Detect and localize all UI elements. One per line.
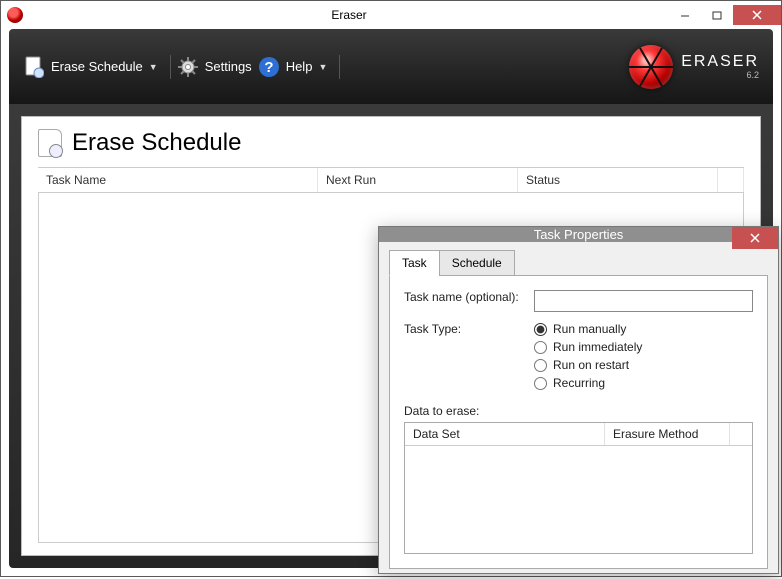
close-icon <box>750 233 760 243</box>
task-type-options: Run manually Run immediately Run on rest… <box>534 322 753 394</box>
separator <box>170 55 171 79</box>
brand-logo-icon <box>629 45 673 89</box>
chevron-down-icon: ▼ <box>318 62 327 72</box>
brand-version: 6.2 <box>681 70 759 80</box>
col-erasure-method[interactable]: Erasure Method <box>605 423 730 445</box>
brand-name: ERASER <box>681 54 759 70</box>
help-button[interactable]: ? Help ▼ <box>258 56 328 78</box>
maximize-button[interactable] <box>701 5 733 25</box>
page-title-row: Erase Schedule <box>22 129 760 167</box>
tab-panel-task: Task name (optional): Task Type: Run man… <box>389 275 768 569</box>
data-to-erase-table[interactable]: Data Set Erasure Method <box>404 422 753 554</box>
chevron-down-icon: ▼ <box>149 62 158 72</box>
dialog-title: Task Properties <box>534 227 624 242</box>
task-name-input[interactable] <box>534 290 753 312</box>
close-button[interactable] <box>733 5 781 25</box>
radio-label: Run immediately <box>553 340 642 354</box>
task-name-label: Task name (optional): <box>404 290 534 304</box>
ribbon-label: Erase Schedule <box>51 59 143 74</box>
page-schedule-icon <box>38 129 62 157</box>
radio-input[interactable] <box>534 341 547 354</box>
brand-area: ERASER 6.2 <box>629 45 759 89</box>
col-spacer <box>730 423 752 445</box>
radio-input[interactable] <box>534 377 547 390</box>
ribbon-label: Settings <box>205 59 252 74</box>
separator <box>339 55 340 79</box>
settings-button[interactable]: Settings <box>177 56 252 78</box>
document-icon <box>23 56 45 78</box>
radio-recurring[interactable]: Recurring <box>534 376 753 390</box>
minimize-button[interactable] <box>669 5 701 25</box>
inner-table-header: Data Set Erasure Method <box>405 423 752 446</box>
radio-run-immediately[interactable]: Run immediately <box>534 340 753 354</box>
radio-run-manually[interactable]: Run manually <box>534 322 753 336</box>
page-title: Erase Schedule <box>72 129 241 157</box>
app-window: Eraser Erase Schedule ▼ Set <box>0 0 782 577</box>
ribbon-header: Erase Schedule ▼ Settings ? Help ▼ ERASE… <box>9 29 773 104</box>
col-data-set[interactable]: Data Set <box>405 423 605 445</box>
window-title: Eraser <box>29 8 669 22</box>
minimize-icon <box>680 10 690 20</box>
radio-input[interactable] <box>534 323 547 336</box>
app-icon <box>7 7 23 23</box>
radio-input[interactable] <box>534 359 547 372</box>
svg-text:?: ? <box>264 59 273 76</box>
help-icon: ? <box>258 56 280 78</box>
tab-schedule[interactable]: Schedule <box>439 250 515 276</box>
dialog-body: Task Schedule Task name (optional): Task… <box>379 242 778 579</box>
col-spacer <box>718 168 744 192</box>
titlebar: Eraser <box>1 1 781 29</box>
grid-header: Task Name Next Run Status <box>38 167 744 193</box>
tab-task[interactable]: Task <box>389 250 440 276</box>
data-to-erase-label: Data to erase: <box>404 404 753 418</box>
dialog-tabs: Task Schedule <box>389 250 768 276</box>
dialog-titlebar[interactable]: Task Properties <box>379 227 778 242</box>
task-type-label: Task Type: <box>404 322 534 336</box>
radio-label: Recurring <box>553 376 605 390</box>
dialog-close-button[interactable] <box>732 227 778 249</box>
radio-label: Run on restart <box>553 358 629 372</box>
col-status[interactable]: Status <box>518 168 718 192</box>
gear-icon <box>177 56 199 78</box>
col-task-name[interactable]: Task Name <box>38 168 318 192</box>
task-properties-dialog: Task Properties Task Schedule Task name … <box>378 226 779 574</box>
close-icon <box>752 10 762 20</box>
radio-run-on-restart[interactable]: Run on restart <box>534 358 753 372</box>
erase-schedule-button[interactable]: Erase Schedule ▼ <box>23 56 158 78</box>
window-controls <box>669 5 781 25</box>
ribbon-label: Help <box>286 59 313 74</box>
maximize-icon <box>712 10 722 20</box>
col-next-run[interactable]: Next Run <box>318 168 518 192</box>
radio-label: Run manually <box>553 322 626 336</box>
